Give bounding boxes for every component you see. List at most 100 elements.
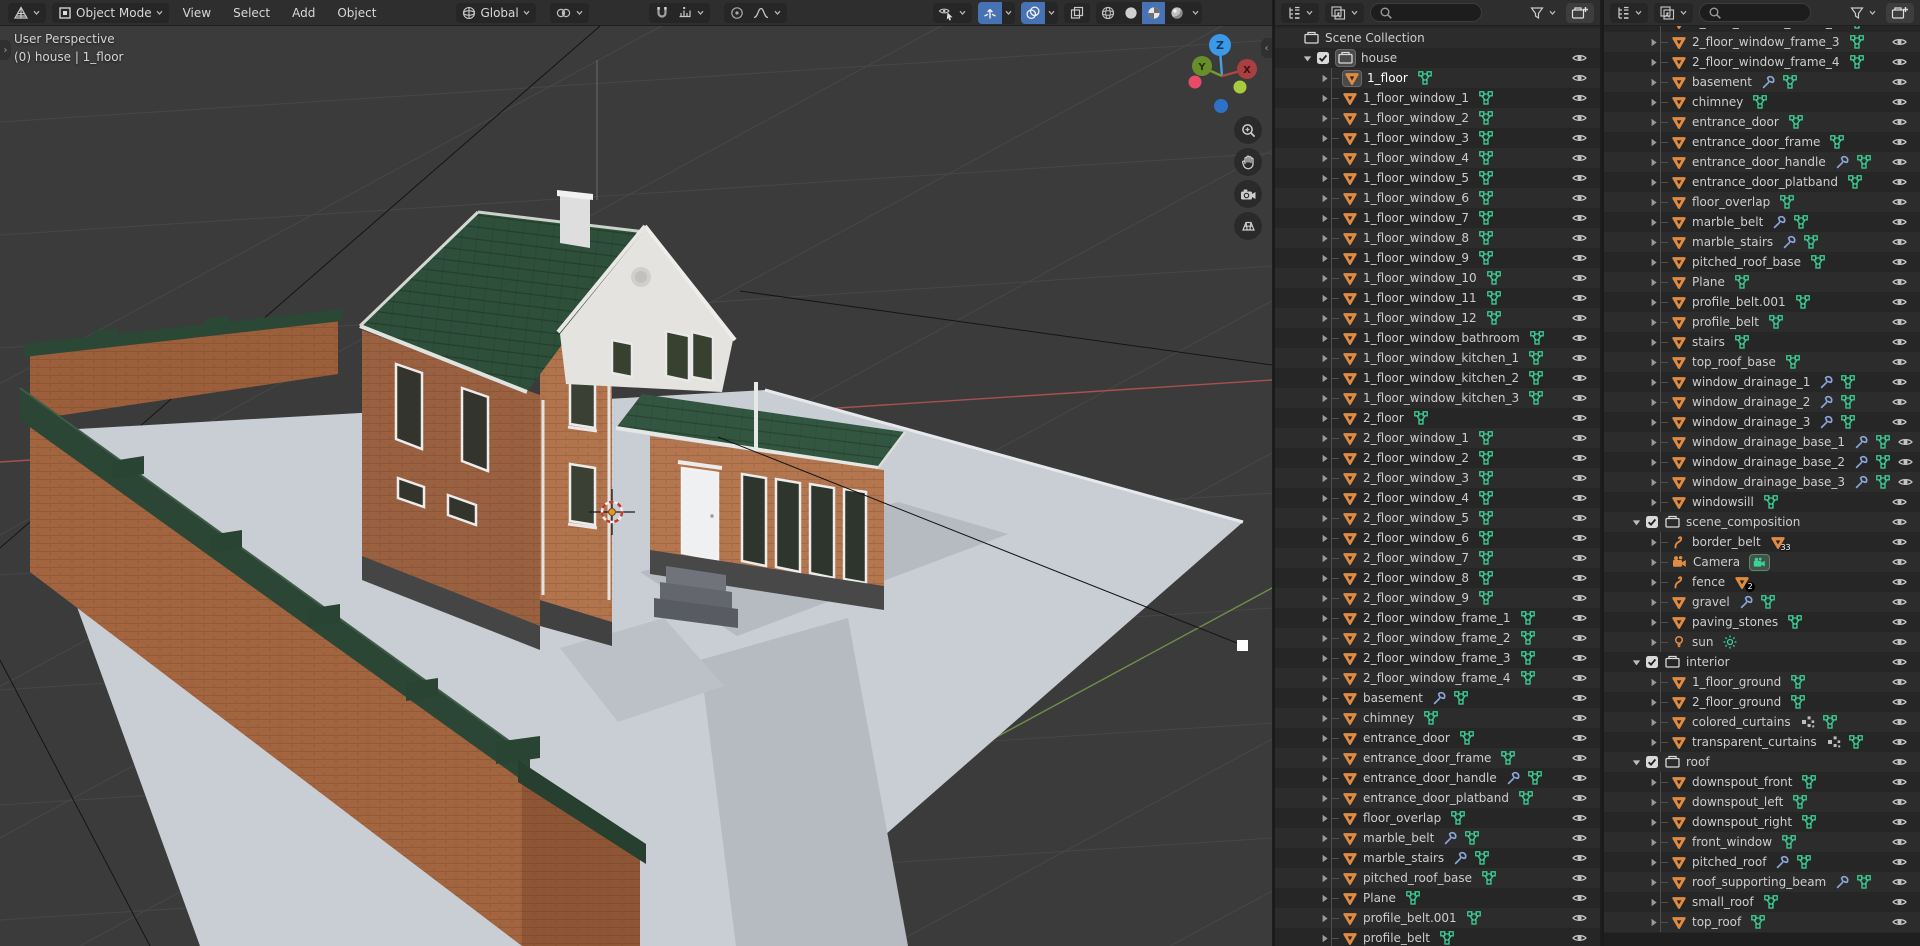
visibility-eye-icon[interactable] <box>1891 814 1908 830</box>
expand-arrow-icon[interactable] <box>1647 497 1660 508</box>
outliner-object-row[interactable]: 2_floor <box>1275 408 1600 428</box>
visibility-eye-icon[interactable] <box>1571 410 1588 426</box>
orientation-dropdown[interactable]: Global <box>456 3 535 23</box>
visibility-eye-icon[interactable] <box>1571 610 1588 626</box>
visibility-eye-icon[interactable] <box>1891 294 1908 310</box>
shading-dropdown[interactable] <box>1188 2 1202 24</box>
outliner-object-row[interactable]: marble_stairs <box>1275 848 1600 868</box>
menu-view[interactable]: View <box>175 3 219 23</box>
overlays-toggle[interactable] <box>1021 2 1058 24</box>
expand-arrow-icon[interactable] <box>1647 677 1660 688</box>
visibility-eye-icon[interactable] <box>1571 470 1588 486</box>
outliner-object-row[interactable]: 1_floor_window_10 <box>1275 268 1600 288</box>
outliner-object-row[interactable]: window_drainage_3 <box>1604 412 1920 432</box>
outliner-object-row[interactable]: 1_floor_window_12 <box>1275 308 1600 328</box>
visibility-eye-icon[interactable] <box>1571 230 1588 246</box>
expand-arrow-icon[interactable] <box>1318 613 1331 624</box>
outliner-object-row[interactable]: 2_floor_window_8 <box>1275 568 1600 588</box>
expand-arrow-icon[interactable] <box>1647 337 1660 348</box>
visibility-eye-icon[interactable] <box>1571 50 1588 66</box>
gizmos-toggle[interactable] <box>978 2 1015 24</box>
expand-arrow-icon[interactable] <box>1647 617 1660 628</box>
visibility-eye-icon[interactable] <box>1891 154 1908 170</box>
expand-arrow-icon[interactable] <box>1318 813 1331 824</box>
visibility-eye-icon[interactable] <box>1891 534 1908 550</box>
expand-arrow-icon[interactable] <box>1647 877 1660 888</box>
editor-type-button[interactable] <box>1281 3 1319 23</box>
expand-arrow-icon[interactable] <box>1318 893 1331 904</box>
outliner-object-row[interactable]: top_roof <box>1604 912 1920 932</box>
visibility-eye-icon[interactable] <box>1571 150 1588 166</box>
outliner-object-row[interactable]: 2_floor_window_9 <box>1275 588 1600 608</box>
visibility-eye-icon[interactable] <box>1571 330 1588 346</box>
outliner-object-row[interactable]: pitched_roof_base <box>1604 252 1920 272</box>
collection-checkbox[interactable] <box>1645 755 1659 769</box>
expand-arrow-icon[interactable] <box>1318 93 1331 104</box>
visibility-eye-icon[interactable] <box>1897 434 1914 450</box>
outliner-collection-row[interactable]: house <box>1275 48 1600 68</box>
camera-view-button[interactable] <box>1234 180 1262 208</box>
shading-rendered-button[interactable] <box>1165 2 1188 24</box>
visibility-eye-icon[interactable] <box>1891 374 1908 390</box>
menu-add[interactable]: Add <box>284 3 323 23</box>
outliner-object-row[interactable]: entrance_door_frame <box>1604 132 1920 152</box>
outliner-object-row[interactable]: 1_floor_window_2 <box>1275 108 1600 128</box>
expand-arrow-icon[interactable] <box>1647 97 1660 108</box>
outliner-object-row[interactable]: entrance_door_platband <box>1604 172 1920 192</box>
xray-toggle[interactable] <box>1064 3 1090 23</box>
outliner-object-row[interactable]: 1_floor_window_7 <box>1275 208 1600 228</box>
outliner-object-row[interactable]: sun <box>1604 632 1920 652</box>
shading-wireframe-button[interactable] <box>1096 2 1119 24</box>
outliner-object-row[interactable]: profile_belt.001 <box>1604 292 1920 312</box>
expand-arrow-icon[interactable] <box>1318 333 1331 344</box>
expand-arrow-icon[interactable] <box>1647 357 1660 368</box>
visibility-eye-icon[interactable] <box>1571 810 1588 826</box>
visibility-eye-icon[interactable] <box>1571 890 1588 906</box>
visibility-eye-icon[interactable] <box>1891 514 1908 530</box>
visibility-eye-icon[interactable] <box>1891 854 1908 870</box>
expand-arrow-icon[interactable] <box>1318 133 1331 144</box>
editor-type-button[interactable] <box>1610 3 1648 23</box>
outliner-object-row[interactable]: colored_curtains <box>1604 712 1920 732</box>
expand-arrow-icon[interactable] <box>1647 717 1660 728</box>
outliner-object-row[interactable]: profile_belt.001 <box>1275 908 1600 928</box>
outliner-object-row[interactable]: floor_overlap <box>1275 808 1600 828</box>
outliner-object-row[interactable]: downspout_right <box>1604 812 1920 832</box>
visibility-eye-icon[interactable] <box>1571 770 1588 786</box>
magnet-icon[interactable] <box>654 5 670 21</box>
expand-arrow-icon[interactable] <box>1647 157 1660 168</box>
zoom-button[interactable] <box>1234 116 1262 144</box>
outliner-object-row[interactable]: basement <box>1604 72 1920 92</box>
outliner-object-row[interactable]: 2_floor_window_3 <box>1275 468 1600 488</box>
outliner-object-row[interactable]: floor_overlap <box>1604 192 1920 212</box>
outliner-object-row[interactable]: pitched_roof_base <box>1275 868 1600 888</box>
outliner-object-row[interactable]: Camera <box>1604 552 1920 572</box>
outliner-collection-row[interactable]: scene_composition <box>1604 512 1920 532</box>
expand-arrow-icon[interactable] <box>1647 697 1660 708</box>
expand-arrow-icon[interactable] <box>1647 197 1660 208</box>
outliner-object-row[interactable]: 1_floor_window_9 <box>1275 248 1600 268</box>
expand-arrow-icon[interactable] <box>1318 353 1331 364</box>
outliner-object-row[interactable]: 1_floor_ground <box>1604 672 1920 692</box>
outliner-object-row[interactable]: top_roof_base <box>1604 352 1920 372</box>
expand-arrow-icon[interactable] <box>1318 713 1331 724</box>
expand-arrow-icon[interactable] <box>1318 273 1331 284</box>
outliner-object-row[interactable]: border_belt33 <box>1604 532 1920 552</box>
visibility-eye-icon[interactable] <box>1571 650 1588 666</box>
mode-dropdown[interactable]: Object Mode <box>52 3 169 23</box>
visibility-eye-icon[interactable] <box>1571 690 1588 706</box>
navigation-gizmo[interactable]: Z Y X <box>1176 30 1268 122</box>
outliner-object-row[interactable]: chimney <box>1275 708 1600 728</box>
outliner-object-row[interactable]: roof_supporting_beam <box>1604 872 1920 892</box>
outliner-object-row[interactable]: 2_floor_window_frame_1 <box>1275 608 1600 628</box>
expand-arrow-icon[interactable] <box>1318 733 1331 744</box>
display-mode-dropdown[interactable] <box>1654 3 1693 23</box>
expand-arrow-icon[interactable] <box>1647 857 1660 868</box>
expand-arrow-icon[interactable] <box>1647 297 1660 308</box>
expand-arrow-icon[interactable] <box>1318 633 1331 644</box>
new-collection-button[interactable] <box>1566 3 1594 23</box>
expand-arrow-icon[interactable] <box>1647 817 1660 828</box>
outliner-object-row[interactable]: 1_floor <box>1275 68 1600 88</box>
expand-arrow-icon[interactable] <box>1318 313 1331 324</box>
visibility-eye-icon[interactable] <box>1571 510 1588 526</box>
